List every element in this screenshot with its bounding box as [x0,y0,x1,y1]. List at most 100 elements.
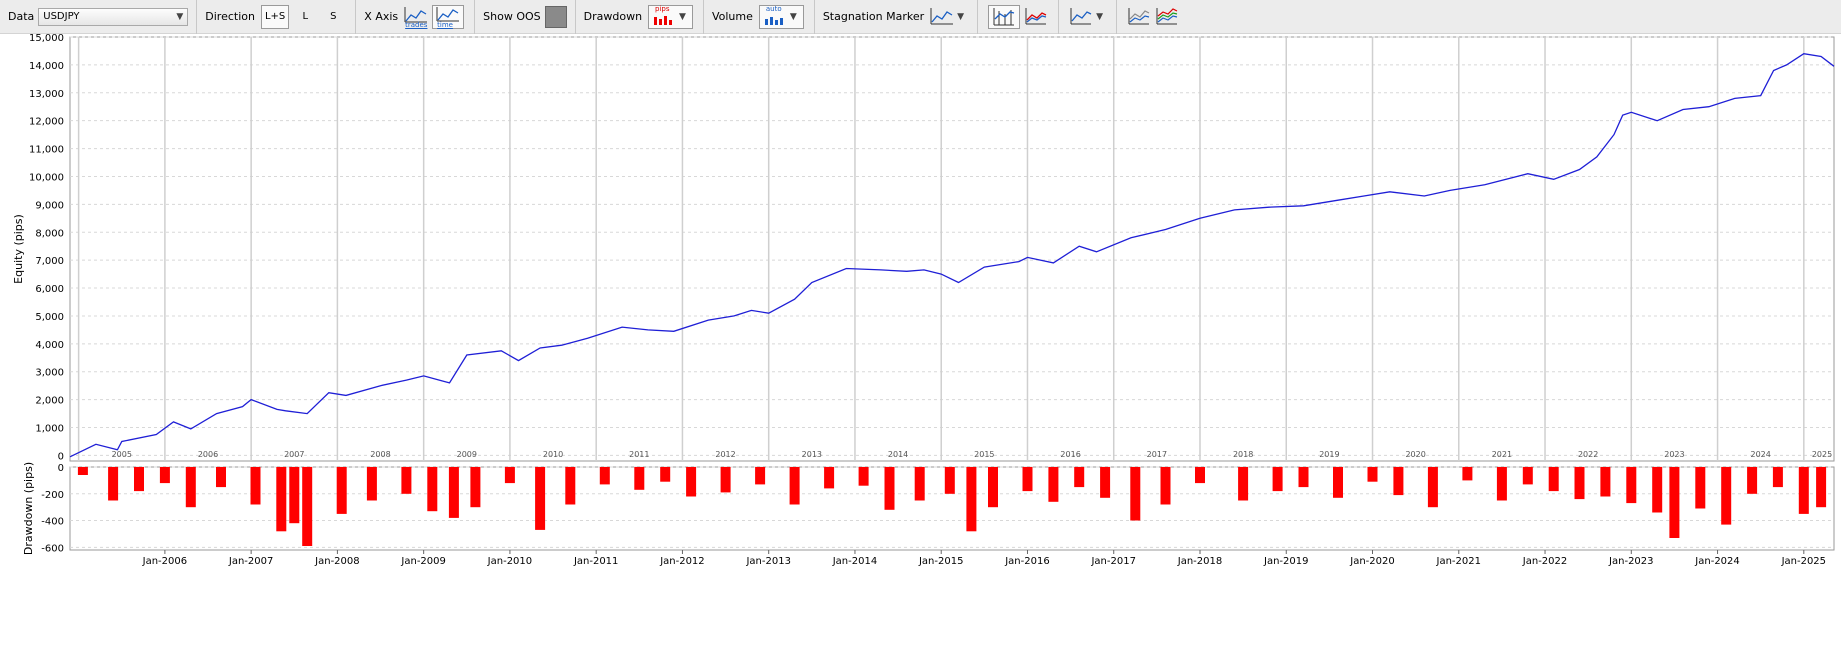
drawdown-pips-icon: pips [652,5,676,29]
drawdown-bar [1600,467,1611,497]
direction-short-button[interactable]: S [321,5,345,29]
equity-ytick-label: 13,000 [29,89,64,100]
xaxis-time-button[interactable]: time [432,4,465,29]
drawdown-bar [1462,467,1473,481]
drawdown-bar [755,467,766,485]
xtick-label: Jan-2025 [1781,556,1826,567]
xtick-label: Jan-2006 [142,556,187,567]
drawdown-bar [448,467,459,518]
equity-ytick-label: 1,000 [35,424,64,435]
xtick-label: Jan-2020 [1349,556,1394,567]
drawdown-bar [134,467,144,492]
drawdown-bar [1721,467,1732,525]
drawdown-group: Drawdown pips ▼ [576,0,704,34]
drawdown-bar [565,467,576,505]
drawdown-bar [1522,467,1533,485]
year-label: 2008 [370,450,390,459]
direction-long-button[interactable]: L [293,5,317,29]
drawdown-bar [660,467,671,482]
year-label: 2011 [629,450,649,459]
auto-caption: auto [765,4,782,13]
year-label: 2024 [1751,450,1771,459]
stagnation-group: Stagnation Marker ▼ [815,0,979,34]
symbol-value: USDJPY [43,11,80,22]
single-series-button[interactable] [1127,5,1151,29]
xtick-label: Jan-2017 [1090,556,1135,567]
equity-axis-title: Equity (pips) [12,214,25,284]
equity-ytick-label: 3,000 [35,368,64,379]
toolbar: Data USDJPY ▼ Direction L+S L S X Axis t… [0,0,1841,34]
volume-mode-button[interactable]: auto ▼ [758,4,804,29]
equity-ytick-label: 7,000 [35,256,64,267]
xtick-label: Jan-2022 [1522,556,1567,567]
xaxis-group: X Axis trades time [356,0,476,34]
drawdown-bar [1427,467,1438,508]
trades-caption: trades [405,20,428,29]
drawdown-bar [944,467,955,494]
xaxis-trades-button[interactable]: trades [404,5,428,29]
drawdown-bar [1298,467,1309,488]
drawdown-bar [1695,467,1706,509]
line-style-group: ▼ [1059,0,1117,34]
year-label: 2019 [1319,450,1339,459]
drawdown-bar [401,467,412,494]
drawdown-bar [427,467,438,512]
drawdown-bar [366,467,377,501]
equity-ytick-label: 14,000 [29,61,64,72]
drawdown-bar [470,467,481,508]
xtick-label: Jan-2008 [314,556,359,567]
drawdown-bar [1772,467,1783,488]
year-label: 2021 [1492,450,1512,459]
drawdown-bar [686,467,697,497]
show-oos-toggle[interactable] [544,5,567,28]
year-label: 2018 [1233,450,1253,459]
drawdown-bar [1195,467,1205,484]
drawdown-bar [336,467,347,514]
year-label: 2007 [284,450,304,459]
drawdown-bar [634,467,645,490]
stagnation-label: Stagnation Marker [822,10,925,23]
chevron-down-icon: ▼ [176,11,184,22]
drawdown-bar [824,467,835,489]
line-style-button[interactable]: ▼ [1069,5,1106,29]
multi-line-color-icon [1155,5,1179,29]
drawdown-bar [250,467,261,505]
stagnation-marker-button[interactable]: ▼ [930,5,967,29]
drawdown-bar [1548,467,1559,492]
drawdown-ytick-label: -400 [41,517,64,528]
drawdown-bar [159,467,170,484]
xtick-label: Jan-2018 [1177,556,1222,567]
drawdown-bar [1100,467,1111,498]
drawdown-bar [77,467,88,475]
drawdown-mode-button[interactable]: pips ▼ [648,4,693,29]
comparison-chart-button[interactable] [1024,5,1048,29]
drawdown-bar [1130,467,1141,521]
equity-ytick-label: 6,000 [35,284,64,295]
xtick-label: Jan-2023 [1608,556,1653,567]
stagnation-chart-icon [930,5,954,29]
equity-ytick-label: 0 [58,451,64,462]
showoos-group: Show OOS [475,0,576,34]
year-label: 2013 [802,450,822,459]
series-group [1117,0,1189,34]
drawdown-bar [884,467,895,510]
xtick-label: Jan-2013 [745,556,790,567]
line-chart-time-icon: time [436,5,460,29]
multi-series-button[interactable] [1155,5,1179,29]
equity-ytick-label: 4,000 [35,340,64,351]
direction-long-short-button[interactable]: L+S [260,4,290,29]
drawdown-bar [1669,467,1680,538]
bars-chart-button[interactable] [988,4,1021,29]
xtick-label: Jan-2019 [1263,556,1308,567]
drawdown-ytick-label: 0 [58,463,64,474]
equity-ytick-label: 5,000 [35,312,64,323]
drawdown-bar [1333,467,1343,498]
symbol-select[interactable]: USDJPY ▼ [38,7,189,26]
drawdown-bar [1160,467,1171,505]
equity-ytick-label: 11,000 [29,145,64,156]
drawdown-bar [1367,467,1378,482]
xaxis-label: X Axis [364,10,399,23]
drawdown-bar [108,467,119,501]
drawdown-bar [1496,467,1507,501]
xtick-label: Jan-2010 [487,556,532,567]
